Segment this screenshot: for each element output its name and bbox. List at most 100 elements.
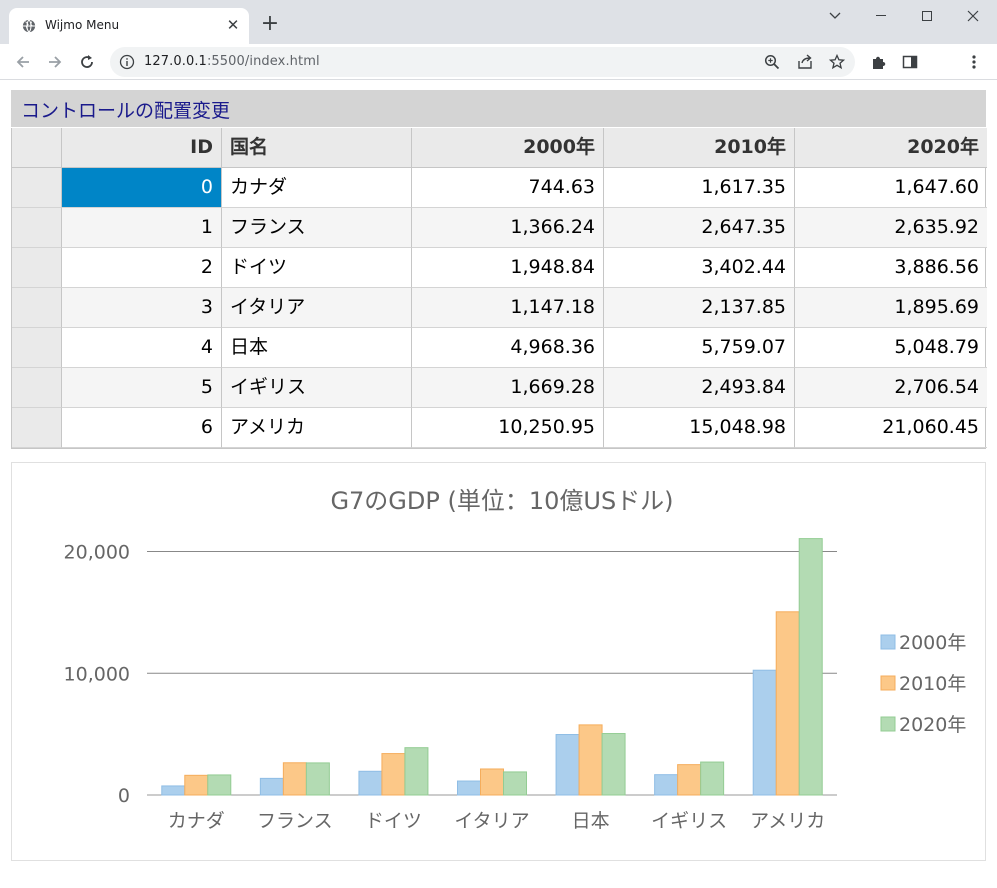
bar-2-2[interactable] xyxy=(282,762,307,796)
column-header-country[interactable]: 国名 xyxy=(222,128,412,168)
cell-2000[interactable]: 744.63 xyxy=(412,168,604,208)
column-header-2000[interactable]: 2000年 xyxy=(412,128,604,168)
bar-3-1[interactable] xyxy=(207,774,232,796)
cell-2000[interactable]: 1,948.84 xyxy=(412,248,604,288)
browser-toolbar: 127.0.0.1:5500/index.html xyxy=(0,44,997,80)
grid-header-row: ID 国名 2000年 2010年 2020年 xyxy=(12,128,987,168)
chart-title: G7のGDP (単位：10億USドル) xyxy=(330,487,673,515)
cell-2020[interactable]: 5,048.79 xyxy=(795,328,987,368)
maximize-icon[interactable] xyxy=(904,0,950,32)
new-tab-icon[interactable]: + xyxy=(259,13,281,36)
cell-2010[interactable]: 2,647.35 xyxy=(604,208,795,248)
row-header-cell[interactable] xyxy=(12,288,62,328)
bar-1-4[interactable] xyxy=(457,780,481,796)
tab-close-icon[interactable]: ✕ xyxy=(223,15,243,35)
cell-id[interactable]: 3 xyxy=(62,288,222,328)
cell-id[interactable]: 4 xyxy=(62,328,222,368)
cell-2020[interactable]: 3,886.56 xyxy=(795,248,987,288)
bar-2-4[interactable] xyxy=(480,768,504,796)
tab-title: Wijmo Menu xyxy=(45,18,120,32)
site-info-icon[interactable] xyxy=(119,54,135,70)
cell-2020[interactable]: 21,060.45 xyxy=(795,408,987,448)
cell-2020[interactable]: 2,706.54 xyxy=(795,368,987,408)
cell-2000[interactable]: 4,968.36 xyxy=(412,328,604,368)
cell-2010[interactable]: 2,493.84 xyxy=(604,368,795,408)
bar-3-7[interactable] xyxy=(798,538,823,796)
browser-tab[interactable]: Wijmo Menu ✕ xyxy=(9,8,249,44)
share-icon[interactable] xyxy=(795,52,815,72)
row-header-cell[interactable] xyxy=(12,168,62,208)
grid-top-left-cell[interactable] xyxy=(12,128,62,168)
cell-2010[interactable]: 5,759.07 xyxy=(604,328,795,368)
forward-arrow-icon[interactable] xyxy=(43,50,67,74)
bar-3-4[interactable] xyxy=(503,771,527,796)
cell-country[interactable]: フランス xyxy=(222,208,412,248)
bar-3-2[interactable] xyxy=(305,762,330,796)
bar-1-5[interactable] xyxy=(555,734,580,796)
bar-1-1[interactable] xyxy=(161,785,186,796)
cell-country[interactable]: イタリア xyxy=(222,288,412,328)
x-tick-label: 日本 xyxy=(572,810,610,832)
back-arrow-icon[interactable] xyxy=(11,50,35,74)
cell-country[interactable]: ドイツ xyxy=(222,248,412,288)
minimize-icon[interactable] xyxy=(858,0,904,32)
column-header-id[interactable]: ID xyxy=(62,128,222,168)
cell-2000[interactable]: 1,147.18 xyxy=(412,288,604,328)
cell-2010[interactable]: 15,048.98 xyxy=(604,408,795,448)
x-tick-label: イタリア xyxy=(454,810,529,832)
legend-label: 2000年 xyxy=(899,632,966,654)
cell-2000[interactable]: 1,669.28 xyxy=(412,368,604,408)
y-tick-label: 0 xyxy=(118,785,130,807)
cell-id[interactable]: 2 xyxy=(62,248,222,288)
cell-country[interactable]: カナダ xyxy=(222,168,412,208)
cell-country[interactable]: イギリス xyxy=(222,368,412,408)
side-panel-icon[interactable] xyxy=(898,50,922,74)
bar-3-5[interactable] xyxy=(601,733,626,796)
bar-2-5[interactable] xyxy=(578,724,603,796)
tab-search-chevron-icon[interactable] xyxy=(812,0,858,32)
page-title: コントロールの配置変更 xyxy=(21,100,231,122)
extensions-puzzle-icon[interactable] xyxy=(866,50,890,74)
cell-id[interactable]: 5 xyxy=(62,368,222,408)
bar-2-6[interactable] xyxy=(677,764,702,796)
close-window-icon[interactable] xyxy=(950,0,996,32)
legend-swatch xyxy=(880,634,896,650)
bar-3-6[interactable] xyxy=(700,761,725,796)
cell-country[interactable]: アメリカ xyxy=(222,408,412,448)
bookmark-star-icon[interactable] xyxy=(827,52,847,72)
bar-1-2[interactable] xyxy=(259,777,284,796)
address-bar[interactable]: 127.0.0.1:5500/index.html xyxy=(110,47,855,77)
bar-3-3[interactable] xyxy=(404,747,429,796)
x-tick-label: フランス xyxy=(257,810,333,832)
bar-1-7[interactable] xyxy=(752,669,777,796)
column-header-2010[interactable]: 2010年 xyxy=(604,128,795,168)
row-header-cell[interactable] xyxy=(12,328,62,368)
menu-kebab-icon[interactable] xyxy=(962,50,986,74)
cell-2020[interactable]: 2,635.92 xyxy=(795,208,987,248)
cell-id[interactable]: 6 xyxy=(62,408,222,448)
cell-2010[interactable]: 1,617.35 xyxy=(604,168,795,208)
x-tick-label: カナダ xyxy=(168,810,225,832)
cell-2010[interactable]: 2,137.85 xyxy=(604,288,795,328)
url-text[interactable]: 127.0.0.1:5500/index.html xyxy=(144,54,320,69)
row-header-cell[interactable] xyxy=(12,208,62,248)
bar-2-1[interactable] xyxy=(184,774,209,796)
cell-2010[interactable]: 3,402.44 xyxy=(604,248,795,288)
cell-2000[interactable]: 10,250.95 xyxy=(412,408,604,448)
cell-id[interactable]: 1 xyxy=(62,208,222,248)
reload-icon[interactable] xyxy=(75,50,99,74)
row-header-cell[interactable] xyxy=(12,408,62,448)
bar-2-3[interactable] xyxy=(381,753,406,796)
bar-1-6[interactable] xyxy=(654,774,679,796)
row-header-cell[interactable] xyxy=(12,248,62,288)
cell-2020[interactable]: 1,895.69 xyxy=(795,288,987,328)
cell-country[interactable]: 日本 xyxy=(222,328,412,368)
row-header-cell[interactable] xyxy=(12,368,62,408)
zoom-icon[interactable] xyxy=(762,52,782,72)
cell-2020[interactable]: 1,647.60 xyxy=(795,168,987,208)
bar-2-7[interactable] xyxy=(775,611,800,796)
cell-id[interactable]: 0 xyxy=(62,168,222,208)
column-header-2020[interactable]: 2020年 xyxy=(795,128,987,168)
bar-1-3[interactable] xyxy=(358,770,383,796)
cell-2000[interactable]: 1,366.24 xyxy=(412,208,604,248)
